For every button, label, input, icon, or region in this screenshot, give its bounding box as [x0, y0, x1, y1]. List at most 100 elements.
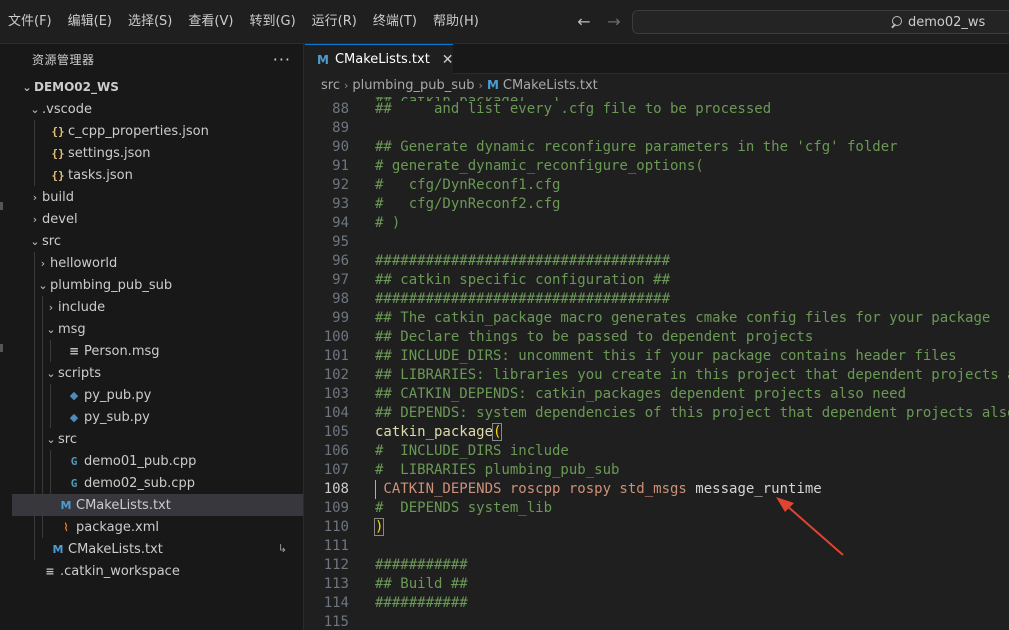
menu-item[interactable]: 终端(T) [365, 0, 425, 44]
code-token: ########### [375, 557, 468, 573]
indent-guide [34, 252, 35, 274]
indent-guide [34, 164, 35, 186]
tree-item-label: devel [42, 211, 78, 227]
json-file-icon: {} [51, 168, 65, 182]
code-editor[interactable]: ## catkin_package(...) ...88## and list … [305, 97, 1009, 630]
tree-item-label: demo01_pub.cpp [84, 453, 197, 469]
tree-item-label: Person.msg [84, 343, 160, 359]
code-token: # LIBRARIES plumbing_pub_sub [375, 462, 620, 478]
indent-guide [50, 384, 51, 406]
line-number: 107 [323, 462, 349, 478]
file-item[interactable]: Gdemo01_pub.cpp [12, 450, 303, 472]
chevron-down-icon: ⌄ [46, 366, 56, 380]
folder-item[interactable]: › helloworld [12, 252, 303, 274]
menu-item[interactable]: 帮助(H) [425, 0, 487, 44]
line-number: 111 [323, 538, 349, 554]
file-item[interactable]: ◆ py_pub.py [12, 384, 303, 406]
breadcrumb-item-src[interactable]: src [321, 78, 340, 93]
chevron-down-icon: ⌄ [22, 80, 32, 94]
indent-guide [34, 362, 35, 384]
code-line: 114 ########### [305, 594, 1009, 613]
menu-item[interactable]: 编辑(E) [60, 0, 120, 44]
back-arrow-icon[interactable]: ← [576, 11, 592, 33]
file-item[interactable]: ⌇ package.xml [12, 516, 303, 538]
line-number: 114 [323, 595, 349, 611]
tree-item-label: CMakeLists.txt [76, 497, 171, 513]
indent-guide [34, 296, 35, 318]
explorer-title: 资源管理器 [32, 52, 95, 67]
folder-item[interactable]: ⌄ .vscode [12, 98, 303, 120]
tree-item-label: package.xml [76, 519, 159, 535]
file-item[interactable]: ◆ py_sub.py [12, 406, 303, 428]
code-token: catkin_package [375, 424, 494, 440]
tree-item-label: settings.json [68, 145, 151, 161]
code-text: # DEPENDS system_lib [375, 499, 552, 518]
indent-guide [34, 384, 35, 406]
file-item[interactable]: {} settings.json [12, 142, 303, 164]
code-line: 102 ## LIBRARIES: libraries you create in… [305, 366, 1009, 385]
code-text: ## Generate dynamic reconfigure paramete… [375, 138, 898, 157]
code-line: 97 ## catkin specific configuration ## [305, 271, 1009, 290]
file-item[interactable]: ≡ Person.msg [12, 340, 303, 362]
tab-cmakelists[interactable]: M CMakeLists.txt ✕ [305, 44, 454, 74]
code-token: ## Build ## [375, 576, 468, 592]
tree-item-label: CMakeLists.txt [68, 541, 163, 557]
more-actions-icon[interactable]: ··· [273, 50, 291, 69]
indent-guide [42, 428, 43, 450]
close-icon[interactable]: ✕ [442, 52, 454, 68]
indent-guide [34, 142, 35, 164]
tree-item-label: scripts [58, 365, 101, 381]
command-center-search[interactable]: demo02_ws [632, 10, 1009, 34]
file-item[interactable]: M CMakeLists.txt [12, 494, 303, 516]
breadcrumb-item-file[interactable]: CMakeLists.txt [503, 78, 598, 93]
tree-item-label: build [42, 189, 74, 205]
indent-guide [42, 406, 43, 428]
cmake-file-icon: M [486, 78, 499, 92]
code-token: ########### [375, 595, 468, 611]
code-token: ## catkin specific configuration ## [375, 272, 671, 288]
activity-bar [0, 44, 12, 630]
tree-item-label: tasks.json [68, 167, 133, 183]
code-token: ## Declare things to be passed to depend… [375, 329, 814, 345]
breadcrumb-item-package[interactable]: plumbing_pub_sub [352, 78, 474, 93]
menu-item[interactable]: 选择(S) [120, 0, 180, 44]
indent-guide [34, 538, 35, 560]
file-item[interactable]: {} tasks.json [12, 164, 303, 186]
line-number: 100 [323, 329, 349, 345]
folder-item[interactable]: ⌄ DEMO02_WS [12, 76, 303, 98]
code-text: ## catkin specific configuration ## [375, 271, 670, 290]
editor-tabs: M CMakeLists.txt ✕ [305, 44, 1009, 74]
search-icon [889, 15, 903, 29]
folder-item[interactable]: ⌄ src [12, 230, 303, 252]
folder-item[interactable]: ⌄ scripts [12, 362, 303, 384]
explorer-header: 资源管理器 ··· [12, 45, 303, 73]
line-number: 109 [323, 500, 349, 516]
activity-indicator [0, 202, 3, 210]
code-line: 94 # ) [305, 214, 1009, 233]
folder-item[interactable]: ⌄ plumbing_pub_sub [12, 274, 303, 296]
menu-item[interactable]: 文件(F) [0, 0, 60, 44]
menu-item[interactable]: 运行(R) [304, 0, 365, 44]
folder-item[interactable]: › devel [12, 208, 303, 230]
file-item[interactable]: M CMakeLists.txt ↳ [12, 538, 303, 560]
menu-item[interactable]: 转到(G) [241, 0, 303, 44]
menu-item[interactable]: 查看(V) [180, 0, 241, 44]
cmake-file-icon: M [52, 542, 64, 556]
file-item[interactable]: ≡ .catkin_workspace [12, 560, 303, 582]
indent-guide [34, 472, 35, 494]
forward-arrow-icon[interactable]: → [606, 11, 622, 33]
folder-item[interactable]: ⌄ src [12, 428, 303, 450]
chevron-right-icon: › [343, 78, 349, 92]
file-item[interactable]: {} c_cpp_properties.json [12, 120, 303, 142]
chevron-down-icon: ⌄ [30, 102, 40, 116]
indent-guide [42, 494, 43, 516]
code-token: CATKIN_DEPENDS roscpp rospy std_msgs [375, 481, 687, 497]
breadcrumb: src › plumbing_pub_sub › M CMakeLists.tx… [305, 74, 1009, 96]
code-token: ################################### [375, 291, 671, 307]
folder-item[interactable]: › build [12, 186, 303, 208]
file-item[interactable]: Gdemo02_sub.cpp [12, 472, 303, 494]
folder-item[interactable]: › include [12, 296, 303, 318]
folder-item[interactable]: ⌄ msg [12, 318, 303, 340]
